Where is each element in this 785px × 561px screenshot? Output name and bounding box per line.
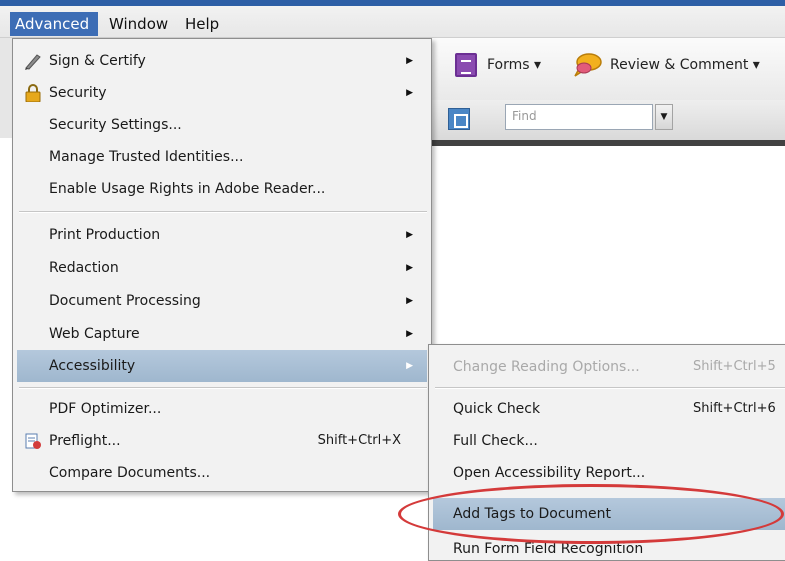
forms-button[interactable]: Forms ▾ bbox=[455, 52, 541, 78]
menu-item-label: Redaction bbox=[49, 260, 119, 276]
submenu-arrow-icon: ▶ bbox=[406, 361, 413, 371]
forms-icon bbox=[455, 53, 477, 77]
menu-item-label: Enable Usage Rights in Adobe Reader... bbox=[49, 181, 326, 197]
menu-item-web-capture[interactable]: Web Capture ▶ bbox=[17, 318, 427, 350]
menu-item-preflight[interactable]: Preflight... Shift+Ctrl+X bbox=[17, 425, 427, 457]
submenu-arrow-icon: ▶ bbox=[406, 88, 413, 98]
menu-bar: Advanced Window Help bbox=[0, 0, 785, 38]
fit-page-icon[interactable] bbox=[448, 108, 470, 130]
menu-advanced[interactable]: Advanced bbox=[10, 12, 98, 36]
preflight-icon bbox=[25, 433, 41, 449]
menu-item-label: Sign & Certify bbox=[49, 53, 146, 69]
menu-item-print-production[interactable]: Print Production ▶ bbox=[17, 219, 427, 251]
menu-item-accessibility[interactable]: Accessibility ▶ bbox=[17, 350, 427, 382]
menu-item-enable-usage-rights[interactable]: Enable Usage Rights in Adobe Reader... bbox=[17, 173, 427, 205]
lock-icon bbox=[25, 84, 41, 102]
menu-separator bbox=[435, 387, 785, 389]
find-input[interactable]: Find bbox=[505, 104, 653, 130]
menu-item-security-settings[interactable]: Security Settings... bbox=[17, 109, 427, 141]
submenu-item-label: Change Reading Options... bbox=[453, 359, 640, 375]
submenu-arrow-icon: ▶ bbox=[406, 296, 413, 306]
submenu-item-quick-check[interactable]: Quick Check Shift+Ctrl+6 bbox=[433, 393, 785, 425]
submenu-item-shortcut: Shift+Ctrl+6 bbox=[693, 401, 776, 416]
menu-item-label: Web Capture bbox=[49, 326, 140, 342]
menu-item-shortcut: Shift+Ctrl+X bbox=[317, 433, 401, 448]
submenu-item-shortcut: Shift+Ctrl+5 bbox=[693, 359, 776, 374]
menu-item-label: Accessibility bbox=[49, 358, 136, 374]
menu-item-label: Manage Trusted Identities... bbox=[49, 149, 244, 165]
pen-icon bbox=[25, 54, 41, 70]
menu-item-redaction[interactable]: Redaction ▶ bbox=[17, 252, 427, 284]
forms-label: Forms ▾ bbox=[487, 57, 542, 73]
menu-item-sign-certify[interactable]: Sign & Certify ▶ bbox=[17, 45, 427, 77]
menu-item-label: Preflight... bbox=[49, 433, 121, 449]
menu-item-label: PDF Optimizer... bbox=[49, 401, 162, 417]
menu-separator bbox=[19, 387, 427, 389]
annotation-circle bbox=[398, 484, 784, 544]
speech-bubble-icon bbox=[574, 53, 602, 77]
submenu-arrow-icon: ▶ bbox=[406, 263, 413, 273]
menu-help[interactable]: Help bbox=[180, 12, 226, 36]
menu-item-pdf-optimizer[interactable]: PDF Optimizer... bbox=[17, 393, 427, 425]
review-comment-button[interactable]: Review & Comment ▾ bbox=[572, 50, 760, 80]
submenu-item-full-check[interactable]: Full Check... bbox=[433, 425, 785, 457]
menu-item-label: Security bbox=[49, 85, 107, 101]
submenu-item-label: Open Accessibility Report... bbox=[453, 465, 646, 481]
submenu-arrow-icon: ▶ bbox=[406, 230, 413, 240]
toolbar-divider bbox=[420, 140, 785, 146]
menu-window[interactable]: Window bbox=[104, 12, 176, 36]
review-comment-label: Review & Comment ▾ bbox=[610, 57, 760, 73]
menu-separator bbox=[19, 211, 427, 213]
menu-item-document-processing[interactable]: Document Processing ▶ bbox=[17, 285, 427, 317]
menu-item-security[interactable]: Security ▶ bbox=[17, 77, 427, 109]
submenu-item-change-reading-options: Change Reading Options... Shift+Ctrl+5 bbox=[433, 351, 785, 383]
menu-item-label: Print Production bbox=[49, 227, 161, 243]
submenu-arrow-icon: ▶ bbox=[406, 329, 413, 339]
menu-item-manage-trusted-identities[interactable]: Manage Trusted Identities... bbox=[17, 141, 427, 173]
menu-item-label: Security Settings... bbox=[49, 117, 182, 133]
submenu-arrow-icon: ▶ bbox=[406, 56, 413, 66]
submenu-item-label: Full Check... bbox=[453, 433, 538, 449]
find-dropdown-button[interactable]: ▼ bbox=[655, 104, 673, 130]
menu-item-compare-documents[interactable]: Compare Documents... bbox=[17, 457, 427, 489]
menu-item-label: Compare Documents... bbox=[49, 465, 211, 481]
menu-item-label: Document Processing bbox=[49, 293, 201, 309]
advanced-menu: Sign & Certify ▶ Security ▶ Security Set… bbox=[12, 38, 432, 492]
submenu-item-label: Quick Check bbox=[453, 401, 541, 417]
